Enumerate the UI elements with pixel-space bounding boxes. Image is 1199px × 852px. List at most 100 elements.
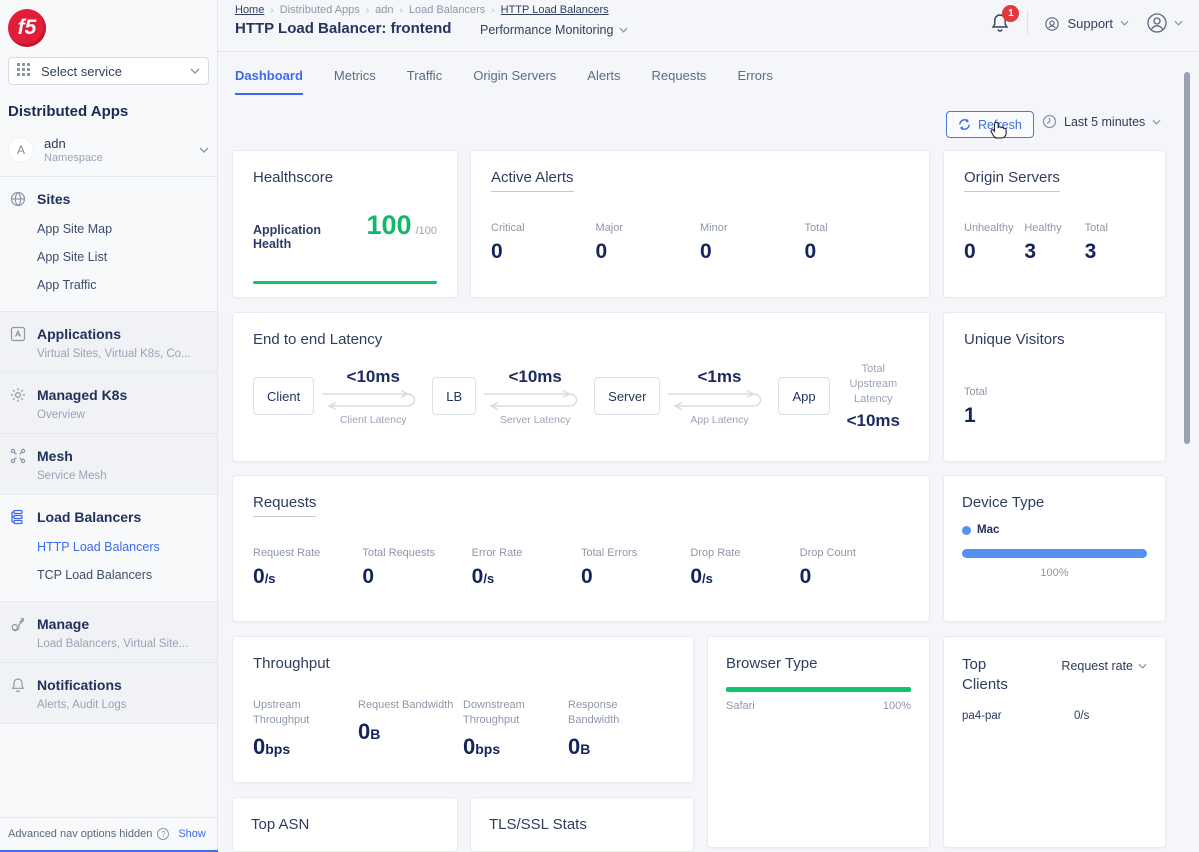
user-menu[interactable] — [1145, 11, 1183, 35]
breadcrumb: Home › Distributed Apps › adn › Load Bal… — [235, 4, 609, 16]
stat-value: 0 — [491, 240, 596, 264]
applications-icon — [10, 326, 26, 342]
select-service-dropdown[interactable]: Select service — [8, 57, 209, 85]
stat-label: Request Rate — [253, 547, 362, 559]
namespace-type: Namespace — [44, 152, 189, 164]
stat-label: Downstream Throughput — [463, 698, 555, 728]
sidebar-item-tcp-load-balancers[interactable]: TCP Load Balancers — [37, 561, 207, 589]
stat-value: 0 — [805, 240, 910, 264]
unique-visitors-value: 1 — [964, 404, 1145, 428]
stat-label: Total Errors — [581, 547, 690, 559]
bell-icon — [10, 677, 26, 693]
tab-errors[interactable]: Errors — [737, 52, 772, 95]
clock-icon — [1042, 114, 1057, 129]
stat-value: 0 — [472, 565, 484, 588]
stat-value: 0 — [358, 719, 370, 744]
stat-unit: bps — [265, 741, 290, 757]
sidebar-item-sublabel: Overview — [37, 409, 207, 421]
breadcrumb-adn[interactable]: adn — [375, 4, 393, 16]
top-clients-row: pa4-par 0/s — [962, 710, 1147, 722]
stat-value: 0 — [362, 565, 374, 588]
breadcrumb-load-balancers[interactable]: Load Balancers — [409, 4, 485, 16]
latency-hop-client: <10ms Client Latency — [318, 367, 428, 426]
browser-type-row: Safari 100% — [726, 700, 911, 712]
stat-drop-rate: Drop Rate 0/s — [690, 547, 799, 589]
healthscore-title: Healthscore — [253, 169, 437, 186]
select-service-label: Select service — [41, 64, 182, 79]
stat-label: Response Bandwidth — [568, 698, 646, 728]
latency-value: <10ms — [347, 367, 400, 387]
breadcrumb-home[interactable]: Home — [235, 4, 264, 16]
tab-dashboard[interactable]: Dashboard — [235, 52, 303, 95]
stat-label: Minor — [700, 222, 805, 234]
chevron-down-icon — [619, 27, 628, 33]
sidebar-section-mesh[interactable]: Mesh Service Mesh — [0, 434, 217, 495]
sidebar-item-load-balancers[interactable]: Load Balancers — [10, 507, 207, 527]
tab-traffic[interactable]: Traffic — [407, 52, 442, 95]
sidebar-section-sites: Sites App Site Map App Site List App Tra… — [0, 177, 217, 312]
tabbar: Dashboard Metrics Traffic Origin Servers… — [235, 52, 773, 95]
tab-alerts[interactable]: Alerts — [587, 52, 620, 95]
stat-request-bandwidth: Request Bandwidth 0B — [358, 698, 463, 760]
breadcrumb-http-load-balancers[interactable]: HTTP Load Balancers — [501, 4, 609, 16]
sidebar-item-app-traffic[interactable]: App Traffic — [37, 271, 207, 299]
latency-hop-server: <10ms Server Latency — [480, 367, 590, 426]
f5-logo[interactable]: f5 — [8, 9, 46, 47]
refresh-button[interactable]: Refresh — [946, 111, 1034, 138]
requests-title[interactable]: Requests — [253, 494, 316, 517]
sidebar-footer: Advanced nav options hidden ? Show — [0, 817, 217, 850]
f5-logo-text: f5 — [18, 16, 37, 40]
latency-node-app: App — [778, 377, 829, 415]
stat-label: Total — [805, 222, 910, 234]
origin-servers-title[interactable]: Origin Servers — [964, 169, 1060, 192]
active-alerts-title[interactable]: Active Alerts — [491, 169, 574, 192]
latency-total-label: Latency — [838, 392, 909, 407]
sidebar-item-sites[interactable]: Sites — [10, 189, 207, 209]
stat-value: 3 — [1085, 240, 1145, 264]
stat-value: 0 — [800, 565, 812, 588]
latency-card: End to end Latency Client <10ms Client L… — [232, 312, 930, 462]
stat-response-bandwidth: Response Bandwidth 0B — [568, 698, 673, 760]
performance-monitoring-dropdown[interactable]: Performance Monitoring — [480, 23, 628, 37]
sidebar-section-applications[interactable]: Applications Virtual Sites, Virtual K8s,… — [0, 312, 217, 373]
sidebar-section-notifications[interactable]: Notifications Alerts, Audit Logs — [0, 663, 217, 724]
page-header: Home › Distributed Apps › adn › Load Bal… — [218, 0, 1199, 52]
sidebar-item-label: Manage — [37, 616, 89, 632]
namespace-selector[interactable]: A adn Namespace — [0, 126, 217, 177]
mesh-icon — [10, 448, 26, 464]
stat-unhealthy: Unhealthy 0 — [964, 222, 1024, 264]
latency-hop-label: App Latency — [690, 414, 748, 426]
support-menu[interactable]: Support — [1044, 15, 1129, 31]
time-range-dropdown[interactable]: Last 5 minutes — [1042, 114, 1161, 129]
gear-icon — [10, 387, 26, 403]
stat-unit: B — [370, 726, 380, 742]
tab-metrics[interactable]: Metrics — [334, 52, 376, 95]
stat-upstream-throughput: Upstream Throughput 0bps — [253, 698, 358, 760]
tab-origin-servers[interactable]: Origin Servers — [473, 52, 556, 95]
sidebar-item-label: Notifications — [37, 677, 122, 693]
sidebar-item-label: Applications — [37, 326, 121, 342]
scrollbar-thumb[interactable] — [1184, 72, 1190, 444]
application-health-value: 100 — [367, 210, 412, 241]
stat-value: 0 — [463, 734, 475, 759]
sidebar: f5 Select service Distributed Apps A adn… — [0, 0, 218, 852]
sidebar-section-manage[interactable]: Manage Load Balancers, Virtual Site... — [0, 602, 217, 663]
device-type-percent: 100% — [962, 567, 1147, 579]
show-advanced-nav-link[interactable]: Show — [178, 828, 206, 840]
stat-unit: /s — [702, 571, 713, 586]
legend-dot — [962, 526, 971, 535]
sidebar-item-app-site-list[interactable]: App Site List — [37, 243, 207, 271]
sidebar-item-http-load-balancers[interactable]: HTTP Load Balancers — [37, 533, 207, 561]
sidebar-item-app-site-map[interactable]: App Site Map — [37, 215, 207, 243]
top-clients-sort-dropdown[interactable]: Request rate — [1061, 659, 1147, 673]
tab-requests[interactable]: Requests — [652, 52, 707, 95]
sidebar-section-load-balancers: Load Balancers HTTP Load Balancers TCP L… — [0, 495, 217, 602]
breadcrumb-distributed-apps[interactable]: Distributed Apps — [280, 4, 360, 16]
notifications-bell-button[interactable]: 1 — [989, 12, 1011, 34]
unique-visitors-card: Unique Visitors Total 1 — [943, 312, 1166, 462]
breadcrumb-separator: › — [491, 5, 494, 16]
stat-label: Request Bandwidth — [358, 698, 463, 713]
help-circle-icon[interactable]: ? — [157, 828, 169, 840]
namespace-avatar: A — [8, 137, 34, 163]
sidebar-section-managed-k8s[interactable]: Managed K8s Overview — [0, 373, 217, 434]
